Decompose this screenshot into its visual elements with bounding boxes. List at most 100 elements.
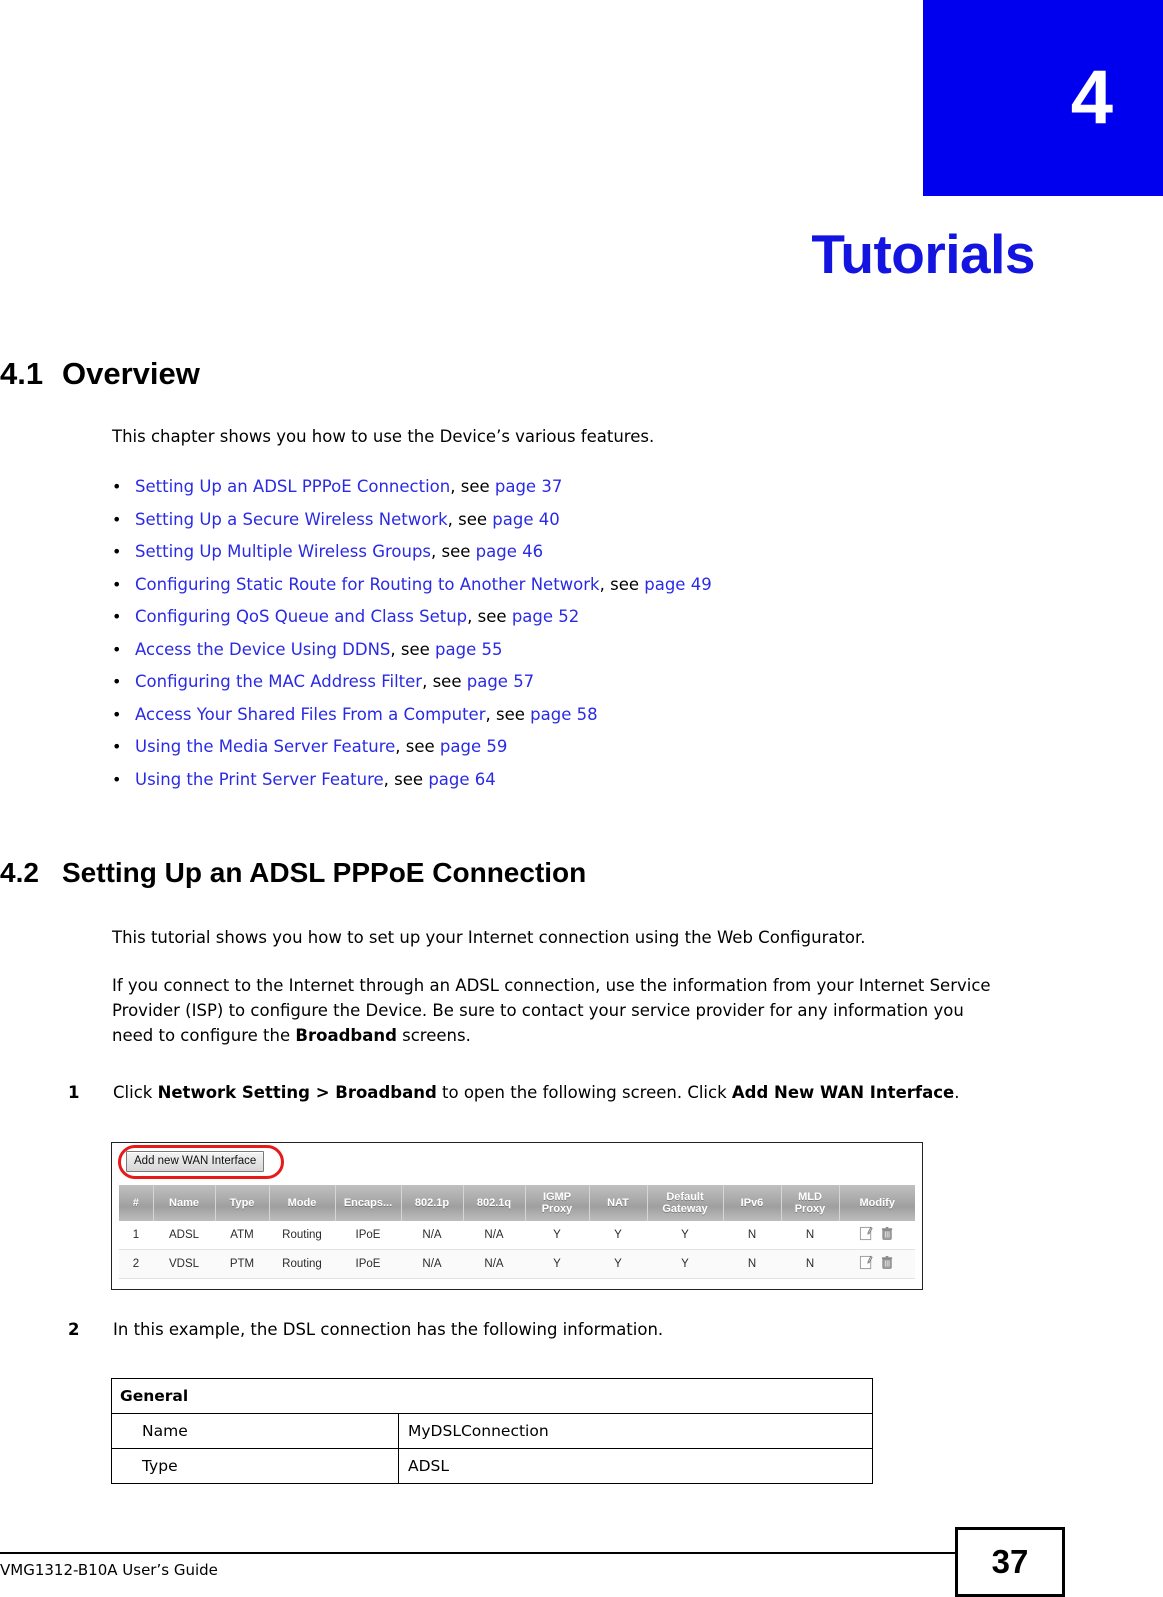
cell-8021q: N/A — [463, 1221, 525, 1250]
delete-icon[interactable] — [880, 1255, 895, 1273]
list-item-body: Setting Up a Secure Wireless Network, se… — [135, 507, 560, 532]
xref-link[interactable]: Configuring Static Route for Routing to … — [135, 575, 600, 594]
page-ref-link[interactable]: page 64 — [428, 770, 495, 789]
step-1-text-b: to open the following screen. Click — [436, 1083, 732, 1102]
cell-default-gateway: Y — [647, 1221, 723, 1250]
step-1-number: 1 — [68, 1083, 80, 1102]
section-title-tutorial: Setting Up an ADSL PPPoE Connection — [62, 857, 587, 888]
see-text: , see — [447, 509, 493, 529]
page-ref-link[interactable]: page 46 — [476, 542, 543, 561]
page-ref-link[interactable]: page 49 — [644, 575, 711, 594]
xref-link[interactable]: Access the Device Using DDNS — [135, 640, 390, 659]
list-item-body: Configuring Static Route for Routing to … — [135, 572, 712, 597]
xref-link[interactable]: Setting Up a Secure Wireless Network — [135, 510, 448, 529]
section-number-tutorial: 4.2 — [0, 857, 39, 888]
chapter-number: 4 — [1070, 55, 1113, 140]
xref-link[interactable]: Setting Up an ADSL PPPoE Connection — [135, 477, 450, 496]
xref-link[interactable]: Setting Up Multiple Wireless Groups — [135, 542, 431, 561]
page-ref-link[interactable]: page 57 — [467, 672, 534, 691]
page-ref-link[interactable]: page 59 — [440, 737, 507, 756]
see-text: , see — [450, 477, 495, 496]
col-header-type[interactable]: Type — [215, 1185, 270, 1221]
list-item-body: Configuring the MAC Address Filter, see … — [135, 669, 534, 694]
row-value-name: MyDSLConnection — [398, 1413, 873, 1449]
col-header-modify[interactable]: Modify — [839, 1185, 915, 1221]
page-ref-link[interactable]: page 37 — [495, 477, 562, 496]
list-item: • Configuring the MAC Address Filter, se… — [112, 669, 972, 702]
xref-link[interactable]: Using the Print Server Feature — [135, 770, 384, 789]
footer-guide-name: VMG1312-B10A User’s Guide — [0, 1561, 218, 1579]
cell-index: 2 — [119, 1249, 153, 1279]
list-item: • Access Your Shared Files From a Comput… — [112, 702, 972, 735]
col-header-8021p[interactable]: 802.1p — [401, 1185, 464, 1221]
col-header-encaps[interactable]: Encaps... — [335, 1185, 402, 1221]
red-highlight-annotation-ellipse — [118, 1145, 284, 1179]
step-2-text: In this example, the DSL connection has … — [113, 1320, 664, 1339]
tutorial-paragraph-2-part-a: If you connect to the Internet through a… — [112, 976, 991, 1045]
step-2-number: 2 — [68, 1320, 80, 1339]
tutorial-paragraph-2: If you connect to the Internet through a… — [112, 973, 1002, 1048]
col-header-name[interactable]: Name — [153, 1185, 216, 1221]
delete-icon[interactable] — [880, 1226, 895, 1244]
col-header-ipv6[interactable]: IPv6 — [723, 1185, 782, 1221]
list-item-body: Access the Device Using DDNS, see page 5… — [135, 637, 502, 662]
xref-link[interactable]: Configuring the MAC Address Filter — [135, 672, 422, 691]
cell-modify — [839, 1221, 915, 1250]
tutorial-paragraph-1: This tutorial shows you how to set up yo… — [112, 928, 866, 947]
xref-link[interactable]: Using the Media Server Feature — [135, 737, 395, 756]
col-header-default-gateway[interactable]: Default Gateway — [647, 1185, 724, 1221]
row-label-name: Name — [111, 1413, 399, 1449]
xref-link[interactable]: Configuring QoS Queue and Class Setup — [135, 607, 467, 626]
see-text: , see — [390, 639, 436, 659]
cell-index: 1 — [119, 1221, 153, 1250]
table-row: 2 VDSL PTM Routing IPoE N/A N/A Y Y Y N … — [119, 1249, 915, 1279]
col-header-igmp-proxy[interactable]: IGMP Proxy — [525, 1185, 590, 1221]
page-number-box: 37 — [955, 1527, 1065, 1597]
section-number-overview: 4.1 — [0, 356, 44, 391]
step-1-text: Click Network Setting > Broadband to ope… — [113, 1080, 1003, 1106]
cell-name: VDSL — [153, 1249, 215, 1279]
list-item-body: Using the Media Server Feature, see page… — [135, 734, 507, 759]
see-text: , see — [431, 542, 476, 561]
cell-mode: Routing — [269, 1221, 335, 1250]
col-header-mode[interactable]: Mode — [269, 1185, 336, 1221]
cell-encaps: IPoE — [335, 1221, 401, 1250]
list-item-body: Configuring QoS Queue and Class Setup, s… — [135, 604, 579, 629]
xref-link[interactable]: Access Your Shared Files From a Computer — [135, 705, 486, 724]
cell-8021p: N/A — [401, 1221, 463, 1250]
chapter-title: Tutorials — [811, 223, 1035, 285]
bullet-icon: • — [112, 542, 122, 561]
cell-igmp-proxy: Y — [525, 1221, 589, 1250]
cell-mode: Routing — [269, 1249, 335, 1279]
page-ref-link[interactable]: page 52 — [512, 607, 579, 626]
overview-link-list: • Setting Up an ADSL PPPoE Connection, s… — [112, 474, 972, 799]
table-header-row: # Name Type Mode Encaps... 802.1p 802.1q… — [119, 1185, 915, 1221]
edit-icon[interactable] — [859, 1255, 874, 1273]
cell-8021p: N/A — [401, 1249, 463, 1279]
col-header-index[interactable]: # — [119, 1185, 154, 1221]
page-ref-link[interactable]: page 40 — [492, 510, 559, 529]
col-header-nat[interactable]: NAT — [589, 1185, 648, 1221]
col-header-mld-proxy[interactable]: MLD Proxy — [781, 1185, 840, 1221]
list-item: • Using the Print Server Feature, see pa… — [112, 767, 972, 800]
page-ref-link[interactable]: page 55 — [435, 640, 502, 659]
section-title-overview: Overview — [62, 356, 200, 391]
bullet-icon: • — [112, 509, 122, 529]
table-row: 1 ADSL ATM Routing IPoE N/A N/A Y Y Y N … — [119, 1221, 915, 1250]
page-ref-link[interactable]: page 58 — [530, 705, 597, 724]
table-row: Name MyDSLConnection — [111, 1413, 873, 1449]
step-1-text-a: Click — [113, 1083, 158, 1102]
col-header-8021q[interactable]: 802.1q — [463, 1185, 526, 1221]
see-text: , see — [599, 574, 645, 594]
bullet-icon: • — [112, 704, 122, 724]
footer-divider — [0, 1552, 957, 1554]
chapter-banner: 4 — [923, 0, 1163, 196]
tutorial-paragraph-2-part-b: screens. — [396, 1026, 471, 1045]
bullet-icon: • — [112, 737, 122, 756]
edit-icon[interactable] — [859, 1226, 874, 1244]
list-item: • Configuring Static Route for Routing t… — [112, 572, 972, 605]
wan-interface-table: # Name Type Mode Encaps... 802.1p 802.1q… — [119, 1185, 915, 1279]
general-settings-table: General Name MyDSLConnection Type ADSL — [111, 1378, 873, 1484]
row-label-type: Type — [111, 1448, 399, 1484]
section-heading-overview: 4.1 Overview — [0, 356, 200, 392]
